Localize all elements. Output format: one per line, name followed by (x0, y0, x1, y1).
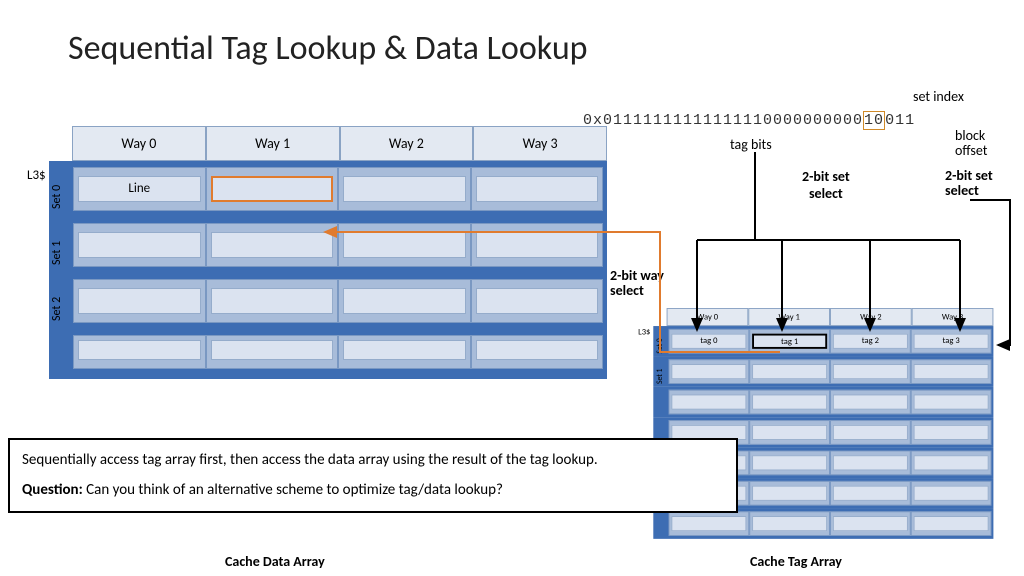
addr-set: 10 (863, 111, 885, 130)
way-headers: Way 0 Way 1 Way 2 Way 3 (72, 126, 607, 161)
tag-cell (752, 394, 827, 409)
line-cell (78, 340, 201, 360)
line-cell: Line (78, 176, 201, 202)
tag-bits-label: tag bits (730, 136, 772, 153)
tag-cell (914, 425, 989, 440)
line-cell (343, 340, 466, 360)
tag-cell (752, 516, 827, 531)
data-array-caption: Cache Data Array (225, 553, 325, 570)
line-cell (343, 176, 466, 202)
address-bits: 0x0111111111111111000000000010011 (583, 112, 915, 129)
tag-cell (833, 394, 908, 409)
l3-label-small: L3$ (638, 327, 650, 337)
note-text: Sequentially access tag array first, the… (22, 450, 724, 470)
tag-cell (914, 455, 989, 470)
tag-cell (752, 364, 827, 379)
tag-cell (752, 455, 827, 470)
cache-data-array: L3$ Way 0 Way 1 Way 2 Way 3 Set 0 Line S… (29, 126, 607, 379)
way-select-label: 2-bit wayselect (610, 268, 664, 299)
tag-cell (752, 486, 827, 501)
way-header: Way 3 (473, 126, 607, 161)
addr-tag: 0x01111111111111110000000000 (583, 112, 863, 129)
line-cell (343, 288, 466, 314)
set-label: Set 1 (50, 225, 64, 265)
tag-array-caption: Cache Tag Array (750, 553, 842, 570)
way-header: Way 1 (206, 126, 340, 161)
line-cell (476, 176, 599, 202)
line-cell (476, 340, 599, 360)
line-cell (78, 288, 201, 314)
line-cell (211, 288, 334, 314)
tag-cell (671, 516, 746, 531)
set-label-small: Set 1 (655, 359, 665, 384)
set-label-small: Set 0 (655, 329, 665, 354)
set-label: Set 2 (50, 281, 64, 321)
way-header-small: Way 1 (748, 308, 830, 326)
set-block: Set 1 (49, 217, 607, 273)
tag-cell: tag 0 (671, 334, 746, 349)
explanation-box: Sequentially access tag array first, the… (8, 438, 738, 513)
tag-cell (833, 516, 908, 531)
set-block: Set 0 Line (49, 161, 607, 217)
tag-cell (833, 364, 908, 379)
way-header: Way 2 (340, 126, 474, 161)
line-cell (476, 288, 599, 314)
tag-cell (671, 394, 746, 409)
line-cell (343, 232, 466, 258)
two-bit-select-label-1: 2-bit setselect (802, 168, 850, 202)
set-label: Set 0 (50, 169, 64, 209)
line-cell (211, 340, 334, 360)
tag-cell (914, 486, 989, 501)
way-header: Way 0 (72, 126, 206, 161)
slide-title: Sequential Tag Lookup & Data Lookup (68, 28, 588, 69)
set-block: Set 2 (49, 273, 607, 329)
way-header-small: Way 0 (667, 308, 749, 326)
line-cell (78, 232, 201, 258)
tag-cell (914, 364, 989, 379)
note-question: Question: Can you think of an alternativ… (22, 480, 724, 500)
tag-cell (914, 394, 989, 409)
way-header-small: Way 2 (830, 308, 912, 326)
line-cell-highlighted (211, 176, 334, 202)
tag-cell (671, 364, 746, 379)
l3-label: L3$ (27, 168, 46, 183)
set-index-label: set index (913, 88, 964, 105)
line-cell (476, 232, 599, 258)
tag-cell (914, 516, 989, 531)
addr-offset: 011 (885, 112, 915, 129)
block-offset-label: blockoffset (955, 128, 987, 159)
two-bit-select-label-2: 2-bit setselect (945, 168, 993, 199)
set-block (49, 329, 607, 379)
tag-cell (833, 425, 908, 440)
tag-cell (833, 486, 908, 501)
tag-cell: tag 3 (914, 334, 989, 349)
tag-cell: tag 2 (833, 334, 908, 349)
tag-cell (752, 425, 827, 440)
line-cell (211, 232, 334, 258)
tag-cell-selected: tag 1 (752, 334, 827, 349)
tag-cell (833, 455, 908, 470)
way-header-small: Way 3 (912, 308, 994, 326)
